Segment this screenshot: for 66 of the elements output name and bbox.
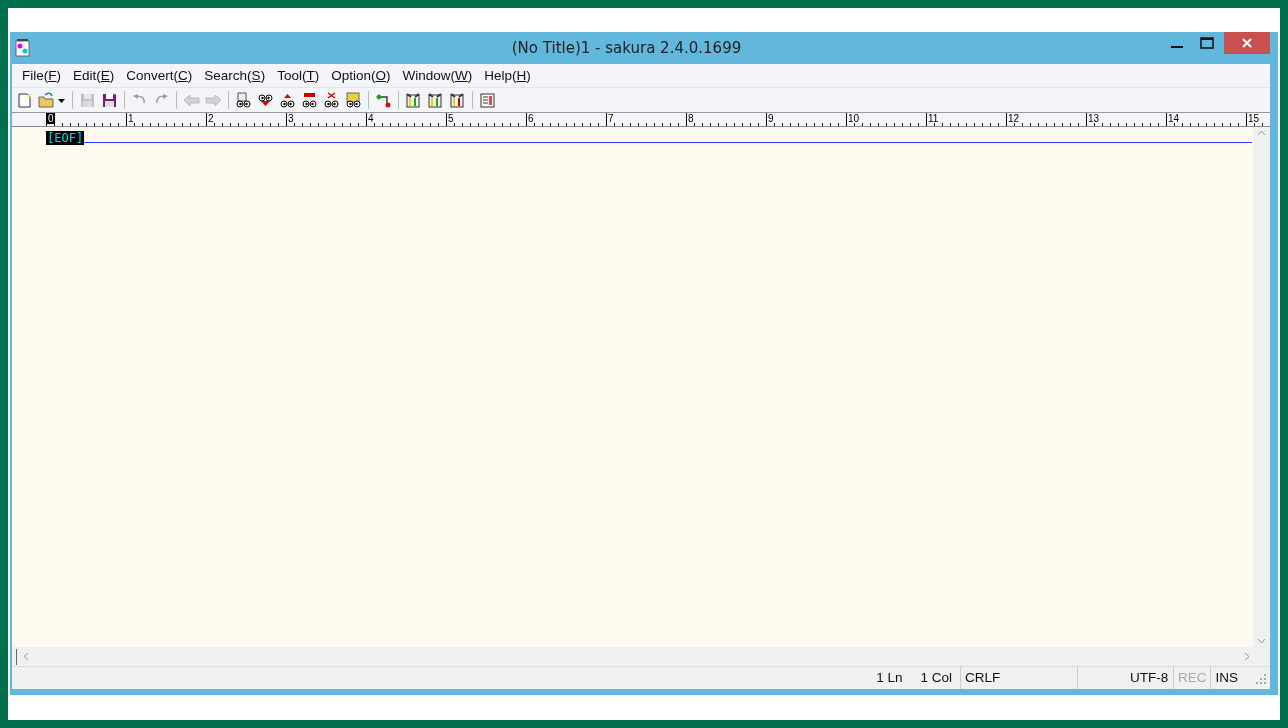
status-pane: 1 Col — [911, 667, 961, 689]
horizontal-scrollbar[interactable] — [12, 647, 1270, 667]
toolbar-button[interactable] — [426, 90, 445, 110]
scroll-down-icon[interactable] — [1257, 638, 1266, 644]
status-pane: REC — [1173, 667, 1212, 689]
find-next-icon — [257, 91, 274, 109]
scroll-right-icon[interactable] — [1244, 652, 1250, 661]
toolbar-button[interactable] — [37, 90, 67, 110]
ruler-number: 0 — [47, 113, 55, 124]
scroll-up-icon[interactable] — [1257, 130, 1266, 136]
clear-highlight-icon — [323, 91, 340, 109]
menu-item[interactable]: Edit(E) — [67, 68, 121, 83]
settings-icon — [405, 91, 422, 109]
minimize-icon — [1171, 46, 1183, 48]
ruler-number: 7 — [607, 113, 615, 124]
open-folder-icon — [38, 91, 66, 109]
ruler-number: 8 — [687, 113, 695, 124]
scroll-left-icon[interactable] — [23, 652, 29, 661]
toolbar-button[interactable] — [448, 90, 467, 110]
toolbar-button[interactable] — [322, 90, 341, 110]
search-icon — [235, 91, 252, 109]
ruler-number: 12 — [1007, 113, 1021, 124]
ruler-number: 3 — [287, 113, 295, 124]
vertical-scrollbar[interactable] — [1253, 127, 1270, 647]
menu-item[interactable]: Help(H) — [478, 68, 537, 83]
plugin-settings-icon — [449, 91, 466, 109]
menu-item[interactable]: Option(O) — [325, 68, 397, 83]
ruler-number: 10 — [847, 113, 861, 124]
settings-icon — [427, 91, 444, 109]
toolbar-button[interactable] — [300, 90, 319, 110]
status-pane: INS — [1214, 669, 1239, 687]
toolbar-button[interactable] — [344, 90, 363, 110]
ruler-number: 13 — [1087, 113, 1101, 124]
menu-item[interactable]: Window(W) — [396, 68, 479, 83]
ruler-number: 5 — [447, 113, 455, 124]
maximize-icon — [1200, 37, 1214, 49]
replace-icon — [301, 91, 318, 109]
text-editor[interactable]: [EOF] — [12, 127, 1253, 647]
window-title: (No Title)1 - sakura 2.4.0.1699 — [510, 39, 743, 57]
status-pane: UTF-8 — [1077, 667, 1174, 689]
status-pane: 1 Ln — [876, 669, 904, 687]
close-icon — [1241, 37, 1253, 49]
grep-icon — [345, 91, 362, 109]
outline-icon — [375, 91, 392, 109]
ruler-number: 2 — [207, 113, 215, 124]
ruler-number: 9 — [767, 113, 775, 124]
eof-marker: [EOF] — [46, 131, 85, 145]
ruler-number: 1 — [127, 113, 135, 124]
toolbar-button[interactable] — [404, 90, 423, 110]
notepad-icon — [15, 39, 31, 57]
ruler-number: 11 — [927, 113, 940, 124]
menu-item[interactable]: Tool(T) — [271, 68, 326, 83]
menu-item[interactable]: Search(S) — [198, 68, 272, 83]
menu-item[interactable]: Convert(C) — [120, 68, 199, 83]
ruler-number: 4 — [367, 113, 375, 124]
status-pane: CRLF — [960, 667, 1078, 689]
ruler-number: 6 — [527, 113, 535, 124]
ruler-number: 14 — [1167, 113, 1181, 124]
toolbar-button[interactable] — [234, 90, 253, 110]
menu-item[interactable]: File(F) — [16, 68, 67, 83]
toolbar-button[interactable] — [100, 90, 119, 110]
close-button[interactable] — [1224, 32, 1270, 54]
ruler-number: 15 — [1247, 113, 1261, 124]
find-previous-icon — [279, 91, 296, 109]
window-list-icon — [479, 91, 496, 109]
new-document-icon — [16, 91, 33, 109]
